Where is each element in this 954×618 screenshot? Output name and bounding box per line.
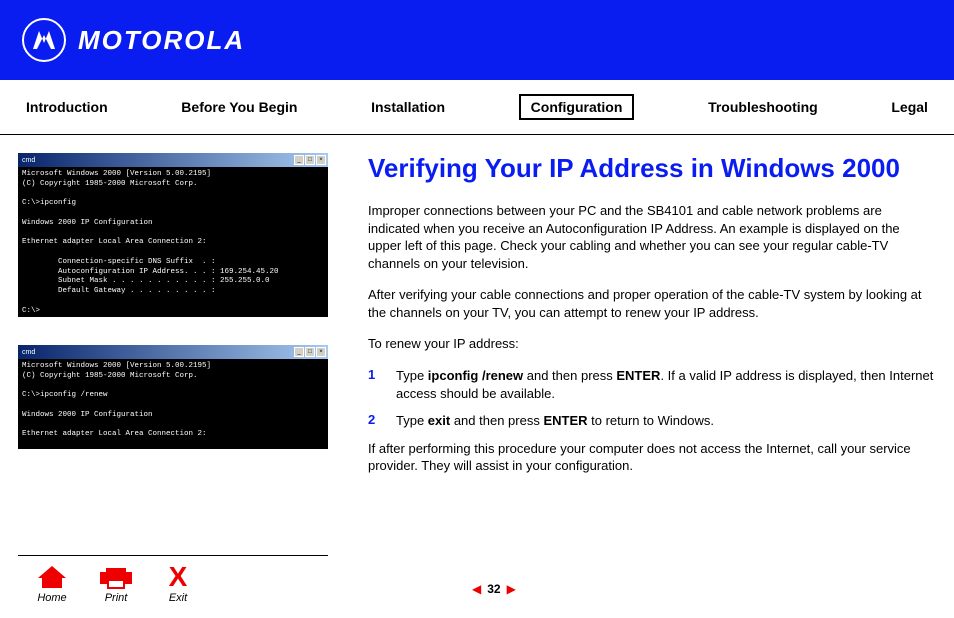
step-text: Type ipconfig /renew and then press ENTE… xyxy=(396,367,936,402)
step-number: 2 xyxy=(368,412,378,430)
terminal-output: Microsoft Windows 2000 [Version 5.00.219… xyxy=(18,167,328,317)
page-number: 32 xyxy=(487,582,500,596)
nav-installation[interactable]: Installation xyxy=(371,99,445,115)
motorola-icon xyxy=(29,25,59,55)
window-title: cmd xyxy=(20,157,35,164)
exit-button[interactable]: X Exit xyxy=(164,564,192,604)
header: MOTOROLA xyxy=(0,0,954,80)
next-page-button[interactable]: ▶ xyxy=(507,582,516,596)
step-2: 2 Type exit and then press ENTER to retu… xyxy=(368,412,936,430)
nav-before-you-begin[interactable]: Before You Begin xyxy=(181,99,297,115)
home-label: Home xyxy=(37,592,66,604)
nav-legal[interactable]: Legal xyxy=(891,99,928,115)
page-indicator: ◀ 32 ▶ xyxy=(472,582,516,596)
close-icon: × xyxy=(316,155,326,165)
prev-page-button[interactable]: ◀ xyxy=(472,582,481,596)
step-1: 1 Type ipconfig /renew and then press EN… xyxy=(368,367,936,402)
page-title: Verifying Your IP Address in Windows 200… xyxy=(368,153,936,184)
steps-intro: To renew your IP address: xyxy=(368,335,936,353)
svg-text:X: X xyxy=(169,564,188,590)
sidebar: cmd _ □ × Microsoft Windows 2000 [Versio… xyxy=(18,153,338,489)
paragraph: Improper connections between your PC and… xyxy=(368,202,936,272)
maximize-icon: □ xyxy=(305,155,315,165)
step-text: Type exit and then press ENTER to return… xyxy=(396,412,936,430)
home-icon xyxy=(36,564,68,590)
minimize-icon: _ xyxy=(294,155,304,165)
step-number: 1 xyxy=(368,367,378,402)
print-label: Print xyxy=(105,592,128,604)
nav-introduction[interactable]: Introduction xyxy=(26,99,108,115)
maximize-icon: □ xyxy=(305,347,315,357)
paragraph: After verifying your cable connections a… xyxy=(368,286,936,321)
window-title: cmd xyxy=(20,349,35,356)
print-button[interactable]: Print xyxy=(98,564,134,604)
home-button[interactable]: Home xyxy=(36,564,68,604)
screenshot-renew: cmd _ □ × Microsoft Windows 2000 [Versio… xyxy=(18,345,328,449)
exit-icon: X xyxy=(164,564,192,590)
nav-bar: Introduction Before You Begin Installati… xyxy=(0,80,954,135)
print-icon xyxy=(98,564,134,590)
nav-troubleshooting[interactable]: Troubleshooting xyxy=(708,99,818,115)
nav-configuration[interactable]: Configuration xyxy=(519,94,635,120)
logo-badge xyxy=(22,18,66,62)
paragraph: If after performing this procedure your … xyxy=(368,440,936,475)
close-icon: × xyxy=(316,347,326,357)
exit-label: Exit xyxy=(169,592,187,604)
logo: MOTOROLA xyxy=(22,18,245,62)
brand-text: MOTOROLA xyxy=(78,25,245,56)
screenshot-ipconfig: cmd _ □ × Microsoft Windows 2000 [Versio… xyxy=(18,153,328,317)
terminal-output: Microsoft Windows 2000 [Version 5.00.219… xyxy=(18,359,328,449)
minimize-icon: _ xyxy=(294,347,304,357)
content: cmd _ □ × Microsoft Windows 2000 [Versio… xyxy=(0,135,954,489)
main-content: Verifying Your IP Address in Windows 200… xyxy=(368,153,936,489)
footer: Home Print X Exit ◀ 32 ▶ xyxy=(0,555,954,604)
